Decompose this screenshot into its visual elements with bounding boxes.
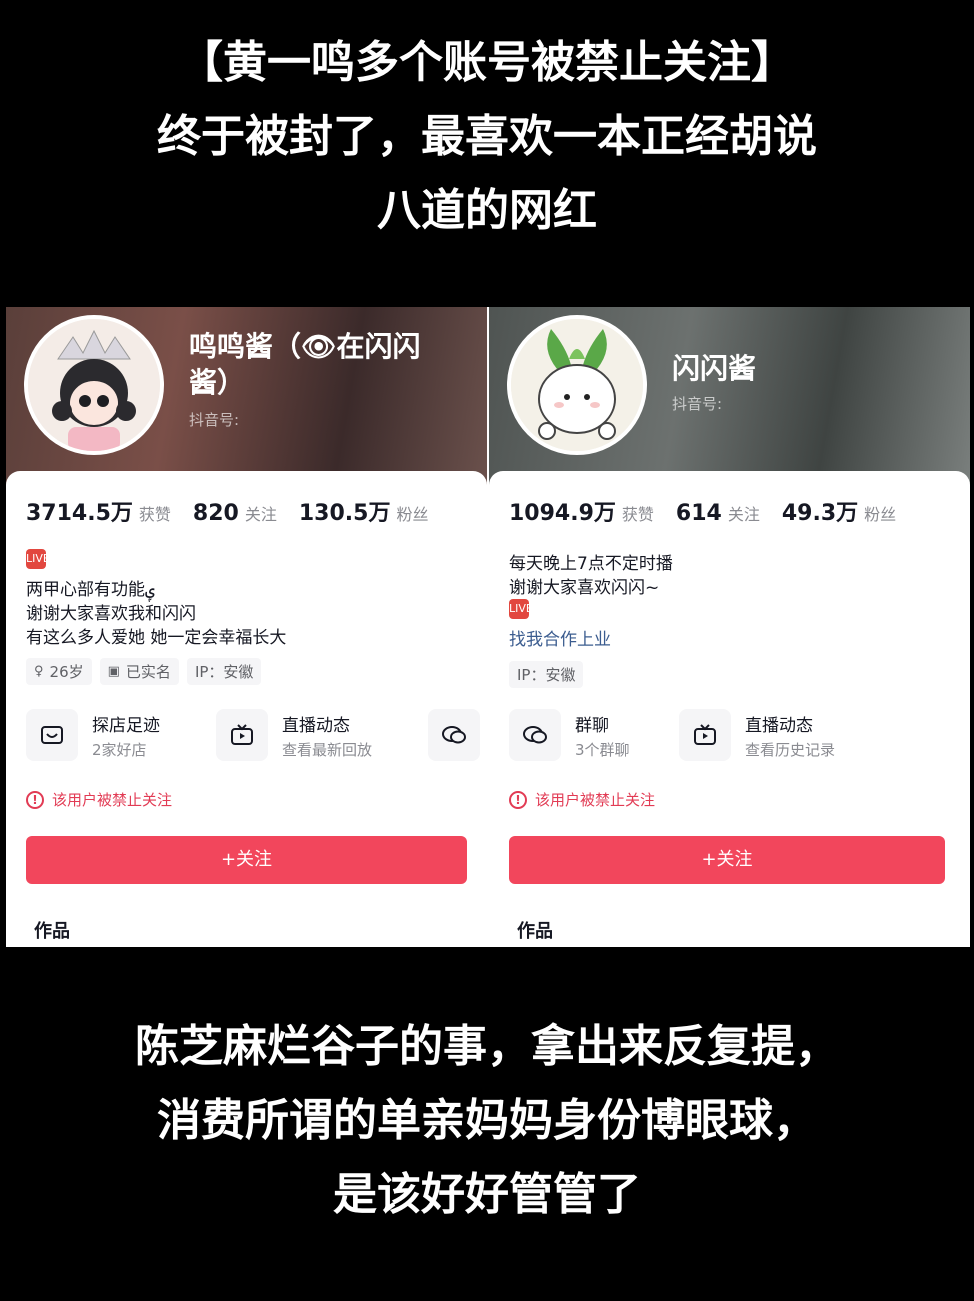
tab-works[interactable]: 作品 — [34, 917, 70, 943]
pill-verified: ▣ 已实名 — [99, 658, 179, 685]
profile-card: 3714.5万 获赞 820 关注 130.5万 粉丝 LIVE 两甲心部有功能ݷ 谢… — [6, 471, 487, 947]
gender-icon: ♀ — [34, 664, 44, 679]
ban-warning: ! 该用户被禁止关注 — [26, 789, 172, 810]
stat-following[interactable]: 614 关注 — [676, 501, 760, 526]
stats-row: 3714.5万 获赞 820 关注 130.5万 粉丝 — [26, 495, 428, 527]
bio-line: 有这么多人爱她 她一定会幸福长大 — [26, 628, 287, 648]
caption-line: 陈芝麻烂谷子的事，拿出来反复提， — [135, 1021, 839, 1072]
bio-line: 谢谢大家喜欢闪闪~ — [509, 578, 660, 598]
avatar[interactable] — [24, 315, 164, 455]
entry-subtitle: 查看历史记录 — [745, 741, 836, 759]
stat-likes[interactable]: 1094.9万 获赞 — [509, 495, 654, 527]
entry-group-chat[interactable]: 群聊 3个群聊 — [509, 705, 669, 765]
screenshot-composite: 鸣鸣酱（👁在闪闪酱） 抖音号: 3714.5万 获赞 820 关注 130.5万 粉丝… — [6, 307, 970, 947]
profile-name: 闪闪酱 — [672, 352, 757, 385]
stat-followers[interactable]: 49.3万 粉丝 — [782, 495, 896, 527]
entry-subtitle: 3个群聊 — [575, 741, 630, 759]
warning-text: 该用户被禁止关注 — [52, 791, 173, 809]
tv-icon — [679, 709, 731, 761]
tv-icon — [216, 709, 268, 761]
stat-following[interactable]: 820 关注 — [193, 501, 277, 526]
bottom-caption: 陈芝麻烂谷子的事，拿出来反复提， 消费所谓的单亲妈妈身份博眼球， 是该好好管管了 — [0, 1010, 974, 1232]
info-pills: IP：安徽 — [509, 661, 584, 688]
douyin-id-label: 抖音号: — [672, 395, 723, 413]
live-badge: LIVE — [26, 549, 50, 569]
business-link[interactable]: 找我合作上业 — [509, 625, 611, 650]
profile-panel-right: 闪闪酱 抖音号: 1094.9万 获赞 614 关注 49.3万 粉丝 每天晚上7点不… — [489, 307, 970, 947]
caption-line: 八道的网红 — [377, 185, 597, 236]
caption-line: 消费所谓的单亲妈妈身份博眼球， — [157, 1095, 817, 1146]
live-badge: LIVE — [509, 599, 533, 619]
entry-subtitle: 2家好店 — [92, 741, 147, 759]
stats-row: 1094.9万 获赞 614 关注 49.3万 粉丝 — [509, 495, 896, 527]
entry-group-chat[interactable] — [428, 705, 487, 765]
douyin-id-label: 抖音号: — [189, 411, 240, 429]
stat-followers[interactable]: 130.5万 粉丝 — [299, 495, 429, 527]
store-icon — [26, 709, 78, 761]
avatar[interactable] — [507, 315, 647, 455]
entry-title: 探店足迹 — [92, 716, 160, 736]
alert-icon: ! — [26, 790, 44, 809]
entry-title: 直播动态 — [282, 716, 350, 736]
top-caption: 【黄一鸣多个账号被禁止关注】 终于被封了，最喜欢一本正经胡说 八道的网红 — [0, 26, 974, 248]
alert-icon: ! — [509, 790, 527, 809]
profile-name: 鸣鸣酱（👁在闪闪酱） — [189, 330, 421, 399]
caption-line: 是该好好管管了 — [333, 1169, 641, 1220]
entry-store-visits[interactable]: 探店足迹 2家好店 — [26, 705, 206, 765]
bio-line: 谢谢大家喜欢我和闪闪 — [26, 604, 196, 624]
info-pills: ♀ 26岁 ▣ 已实名 IP：安徽 — [26, 658, 262, 685]
warning-text: 该用户被禁止关注 — [535, 791, 656, 809]
pill-ip: IP：安徽 — [509, 661, 584, 688]
pill-age: ♀ 26岁 — [26, 658, 92, 685]
entry-subtitle: 查看最新回放 — [282, 741, 373, 759]
bio-line: 每天晚上7点不定时播 — [509, 554, 673, 574]
chat-icon — [428, 709, 480, 761]
pill-ip: IP：安徽 — [186, 658, 262, 685]
caption-line: 【黄一鸣多个账号被禁止关注】 — [179, 37, 795, 88]
entry-title: 直播动态 — [745, 716, 813, 736]
chat-icon — [509, 709, 561, 761]
entry-title: 群聊 — [575, 716, 609, 736]
entry-live-updates[interactable]: 直播动态 查看历史记录 — [679, 705, 899, 765]
follow-button[interactable]: +关注 — [26, 836, 467, 884]
profile-panel-left: 鸣鸣酱（👁在闪闪酱） 抖音号: 3714.5万 获赞 820 关注 130.5万 粉丝… — [6, 307, 487, 947]
caption-line: 终于被封了，最喜欢一本正经胡说 — [157, 111, 817, 162]
tab-works[interactable]: 作品 — [517, 917, 553, 943]
follow-button[interactable]: +关注 — [509, 836, 945, 884]
bio-line: 两甲心部有功能ݷ — [26, 580, 155, 600]
profile-card: 1094.9万 获赞 614 关注 49.3万 粉丝 每天晚上7点不定时播 谢谢大家喜… — [489, 471, 970, 947]
stat-likes[interactable]: 3714.5万 获赞 — [26, 495, 171, 527]
entry-live-updates[interactable]: 直播动态 查看最新回放 — [216, 705, 416, 765]
ban-warning: ! 该用户被禁止关注 — [509, 789, 655, 810]
id-card-icon: ▣ — [107, 664, 120, 679]
